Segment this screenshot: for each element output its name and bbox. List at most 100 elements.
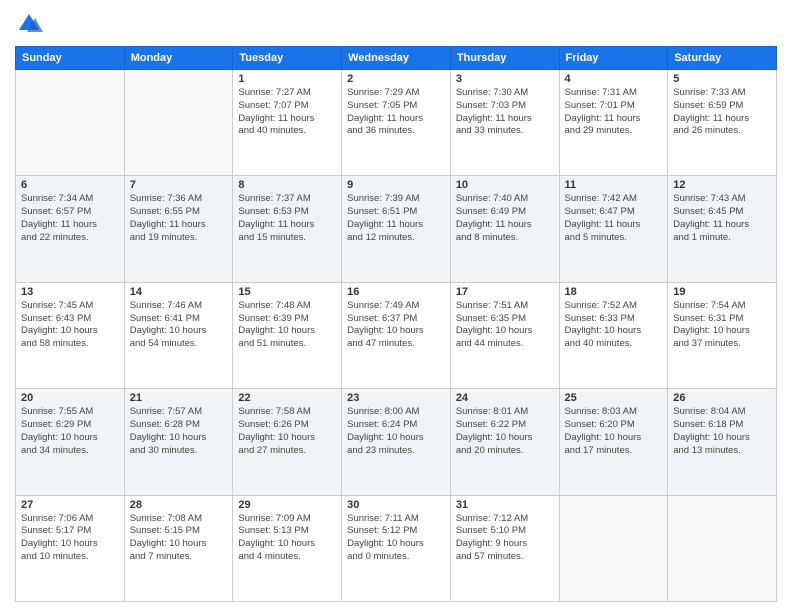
day-number: 29 (238, 499, 336, 511)
calendar-cell (559, 495, 668, 601)
calendar-cell (124, 70, 233, 176)
calendar-cell: 1 Sunrise: 7:27 AM Sunset: 7:07 PM Daylig… (233, 70, 342, 176)
weekday-header: Wednesday (342, 47, 451, 70)
day-info: Sunrise: 7:34 AM Sunset: 6:57 PM Dayligh… (21, 193, 119, 244)
weekday-header: Friday (559, 47, 668, 70)
day-number: 20 (21, 392, 119, 404)
day-info: Sunrise: 7:45 AM Sunset: 6:43 PM Dayligh… (21, 300, 119, 351)
weekday-header: Saturday (668, 47, 777, 70)
day-number: 26 (673, 392, 771, 404)
day-info: Sunrise: 7:52 AM Sunset: 6:33 PM Dayligh… (565, 300, 663, 351)
day-number: 31 (456, 499, 554, 511)
calendar-cell: 29 Sunrise: 7:09 AM Sunset: 5:13 PM Dayli… (233, 495, 342, 601)
day-number: 13 (21, 286, 119, 298)
day-info: Sunrise: 7:30 AM Sunset: 7:03 PM Dayligh… (456, 87, 554, 138)
logo (15, 10, 47, 38)
calendar-cell: 25Sunrise: 8:03 AM Sunset: 6:20 PM Dayli… (559, 389, 668, 495)
day-number: 28 (130, 499, 228, 511)
day-info: Sunrise: 7:49 AM Sunset: 6:37 PM Dayligh… (347, 300, 445, 351)
calendar-header-row: SundayMondayTuesdayWednesdayThursdayFrid… (16, 47, 777, 70)
day-info: Sunrise: 7:36 AM Sunset: 6:55 PM Dayligh… (130, 193, 228, 244)
calendar-cell: 24Sunrise: 8:01 AM Sunset: 6:22 PM Dayli… (450, 389, 559, 495)
weekday-header: Thursday (450, 47, 559, 70)
calendar-cell: 13 Sunrise: 7:45 AM Sunset: 6:43 PM Dayli… (16, 282, 125, 388)
day-number: 23 (347, 392, 445, 404)
day-number: 22 (238, 392, 336, 404)
calendar-cell (668, 495, 777, 601)
calendar-cell: 28 Sunrise: 7:08 AM Sunset: 5:15 PM Dayli… (124, 495, 233, 601)
day-info: Sunrise: 7:33 AM Sunset: 6:59 PM Dayligh… (673, 87, 771, 138)
day-info: Sunrise: 7:40 AM Sunset: 6:49 PM Dayligh… (456, 193, 554, 244)
day-number: 17 (456, 286, 554, 298)
day-number: 4 (565, 73, 663, 85)
day-number: 8 (238, 179, 336, 191)
calendar-cell: 12Sunrise: 7:43 AM Sunset: 6:45 PM Dayli… (668, 176, 777, 282)
day-number: 15 (238, 286, 336, 298)
calendar-cell: 14 Sunrise: 7:46 AM Sunset: 6:41 PM Dayli… (124, 282, 233, 388)
day-info: Sunrise: 7:11 AM Sunset: 5:12 PM Dayligh… (347, 513, 445, 564)
calendar-cell: 3Sunrise: 7:30 AM Sunset: 7:03 PM Daylig… (450, 70, 559, 176)
calendar-cell: 5 Sunrise: 7:33 AM Sunset: 6:59 PM Daylig… (668, 70, 777, 176)
day-info: Sunrise: 7:29 AM Sunset: 7:05 PM Dayligh… (347, 87, 445, 138)
day-info: Sunrise: 7:54 AM Sunset: 6:31 PM Dayligh… (673, 300, 771, 351)
calendar-cell: 19 Sunrise: 7:54 AM Sunset: 6:31 PM Dayli… (668, 282, 777, 388)
header (15, 10, 777, 38)
day-info: Sunrise: 7:27 AM Sunset: 7:07 PM Dayligh… (238, 87, 336, 138)
day-info: Sunrise: 7:37 AM Sunset: 6:53 PM Dayligh… (238, 193, 336, 244)
calendar-cell: 16 Sunrise: 7:49 AM Sunset: 6:37 PM Dayli… (342, 282, 451, 388)
day-info: Sunrise: 8:00 AM Sunset: 6:24 PM Dayligh… (347, 406, 445, 457)
calendar-week-row: 1 Sunrise: 7:27 AM Sunset: 7:07 PM Daylig… (16, 70, 777, 176)
calendar-cell: 11 Sunrise: 7:42 AM Sunset: 6:47 PM Dayli… (559, 176, 668, 282)
day-info: Sunrise: 7:48 AM Sunset: 6:39 PM Dayligh… (238, 300, 336, 351)
day-info: Sunrise: 7:51 AM Sunset: 6:35 PM Dayligh… (456, 300, 554, 351)
day-number: 12 (673, 179, 771, 191)
calendar-cell: 4 Sunrise: 7:31 AM Sunset: 7:01 PM Daylig… (559, 70, 668, 176)
day-number: 18 (565, 286, 663, 298)
day-info: Sunrise: 8:03 AM Sunset: 6:20 PM Dayligh… (565, 406, 663, 457)
calendar-cell: 21Sunrise: 7:57 AM Sunset: 6:28 PM Dayli… (124, 389, 233, 495)
calendar-cell: 8 Sunrise: 7:37 AM Sunset: 6:53 PM Daylig… (233, 176, 342, 282)
calendar-cell: 26 Sunrise: 8:04 AM Sunset: 6:18 PM Dayli… (668, 389, 777, 495)
calendar-cell: 27Sunrise: 7:06 AM Sunset: 5:17 PM Dayli… (16, 495, 125, 601)
weekday-header: Monday (124, 47, 233, 70)
logo-icon (15, 10, 43, 38)
calendar-week-row: 20 Sunrise: 7:55 AM Sunset: 6:29 PM Dayli… (16, 389, 777, 495)
calendar-cell: 7Sunrise: 7:36 AM Sunset: 6:55 PM Daylig… (124, 176, 233, 282)
day-number: 16 (347, 286, 445, 298)
day-info: Sunrise: 7:46 AM Sunset: 6:41 PM Dayligh… (130, 300, 228, 351)
calendar-cell: 6 Sunrise: 7:34 AM Sunset: 6:57 PM Daylig… (16, 176, 125, 282)
calendar-cell: 2 Sunrise: 7:29 AM Sunset: 7:05 PM Daylig… (342, 70, 451, 176)
day-info: Sunrise: 7:39 AM Sunset: 6:51 PM Dayligh… (347, 193, 445, 244)
day-info: Sunrise: 7:42 AM Sunset: 6:47 PM Dayligh… (565, 193, 663, 244)
calendar-week-row: 27Sunrise: 7:06 AM Sunset: 5:17 PM Dayli… (16, 495, 777, 601)
day-info: Sunrise: 7:58 AM Sunset: 6:26 PM Dayligh… (238, 406, 336, 457)
day-info: Sunrise: 7:55 AM Sunset: 6:29 PM Dayligh… (21, 406, 119, 457)
day-number: 19 (673, 286, 771, 298)
day-info: Sunrise: 8:04 AM Sunset: 6:18 PM Dayligh… (673, 406, 771, 457)
calendar-cell: 9Sunrise: 7:39 AM Sunset: 6:51 PM Daylig… (342, 176, 451, 282)
calendar-cell: 18 Sunrise: 7:52 AM Sunset: 6:33 PM Dayli… (559, 282, 668, 388)
day-number: 2 (347, 73, 445, 85)
day-number: 11 (565, 179, 663, 191)
calendar-cell: 15 Sunrise: 7:48 AM Sunset: 6:39 PM Dayli… (233, 282, 342, 388)
calendar-cell: 23 Sunrise: 8:00 AM Sunset: 6:24 PM Dayli… (342, 389, 451, 495)
calendar-week-row: 13 Sunrise: 7:45 AM Sunset: 6:43 PM Dayli… (16, 282, 777, 388)
day-info: Sunrise: 7:57 AM Sunset: 6:28 PM Dayligh… (130, 406, 228, 457)
day-number: 14 (130, 286, 228, 298)
weekday-header: Tuesday (233, 47, 342, 70)
calendar-cell: 22 Sunrise: 7:58 AM Sunset: 6:26 PM Dayli… (233, 389, 342, 495)
calendar-cell: 17 Sunrise: 7:51 AM Sunset: 6:35 PM Dayli… (450, 282, 559, 388)
day-info: Sunrise: 7:31 AM Sunset: 7:01 PM Dayligh… (565, 87, 663, 138)
calendar-cell (16, 70, 125, 176)
day-number: 5 (673, 73, 771, 85)
day-info: Sunrise: 7:06 AM Sunset: 5:17 PM Dayligh… (21, 513, 119, 564)
day-info: Sunrise: 7:08 AM Sunset: 5:15 PM Dayligh… (130, 513, 228, 564)
day-info: Sunrise: 7:09 AM Sunset: 5:13 PM Dayligh… (238, 513, 336, 564)
page: SundayMondayTuesdayWednesdayThursdayFrid… (0, 0, 792, 612)
day-number: 1 (238, 73, 336, 85)
day-number: 30 (347, 499, 445, 511)
calendar-cell: 10Sunrise: 7:40 AM Sunset: 6:49 PM Dayli… (450, 176, 559, 282)
calendar-cell: 31Sunrise: 7:12 AM Sunset: 5:10 PM Dayli… (450, 495, 559, 601)
day-number: 24 (456, 392, 554, 404)
day-number: 6 (21, 179, 119, 191)
